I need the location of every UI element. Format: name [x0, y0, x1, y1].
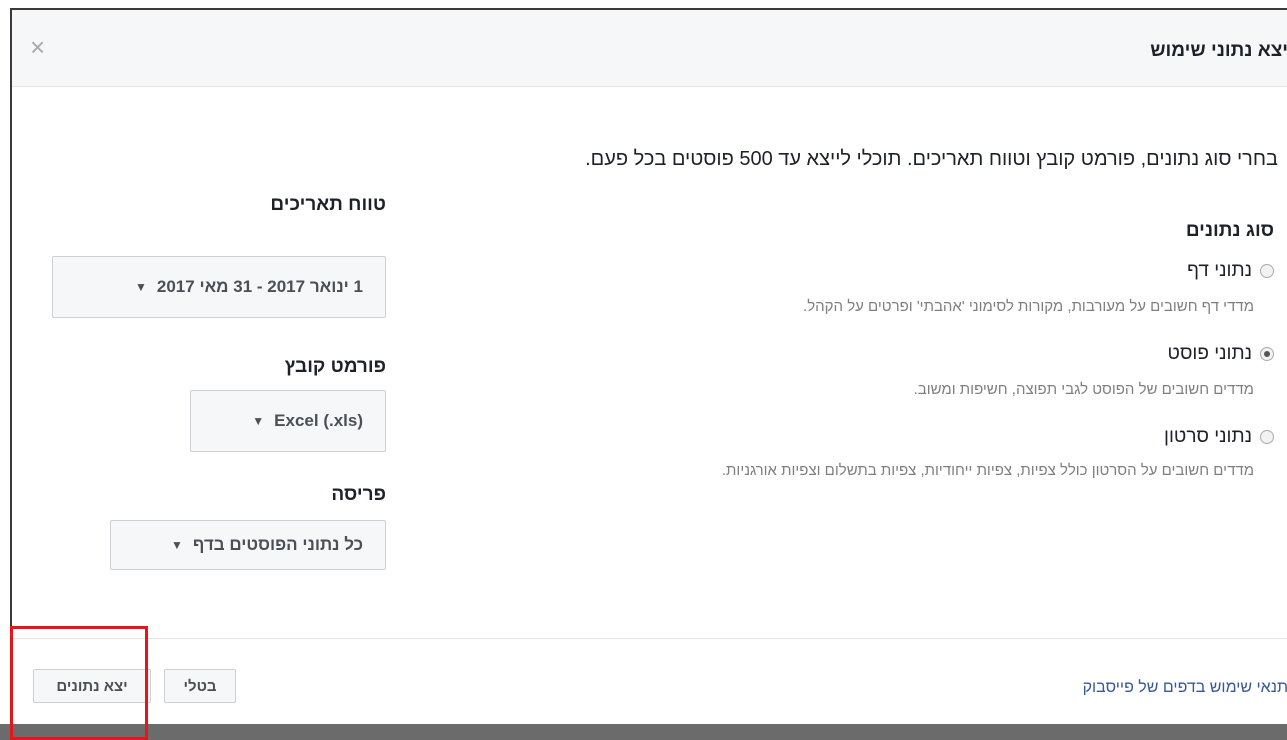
dialog-header: יצא נתוני שימוש × — [12, 10, 1287, 87]
radio-description: מדדי דף חשובים על מעורבות, מקורות לסימונ… — [803, 298, 1254, 315]
background-strip — [0, 724, 1287, 740]
radio-label: נתוני סרטון — [1164, 426, 1252, 447]
terms-link[interactable]: תנאי שימוש בדפים של פייסבוק — [1083, 679, 1287, 697]
radio-button[interactable] — [1260, 347, 1274, 361]
file-format-value: Excel (.xls) — [274, 411, 363, 430]
radio-button[interactable] — [1260, 264, 1274, 278]
close-icon[interactable]: × — [30, 34, 45, 60]
radio-post-data[interactable]: נתוני פוסט — [1168, 343, 1274, 365]
radio-button[interactable] — [1260, 430, 1274, 444]
layout-select[interactable]: כל נתוני הפוסטים בדף ▼ — [110, 520, 386, 570]
dialog-description: בחרי סוג נתונים, פורמט קובץ וטווח תאריכי… — [585, 148, 1278, 170]
export-dialog: יצא נתוני שימוש × בחרי סוג נתונים, פורמט… — [10, 8, 1287, 726]
date-range-heading: טווח תאריכים — [270, 194, 386, 215]
radio-label: נתוני דף — [1187, 260, 1252, 281]
radio-description: מדדים חשובים על הסרטון כולל צפיות, צפיות… — [721, 462, 1254, 479]
caret-down-icon: ▼ — [170, 538, 183, 552]
dialog-footer: תנאי שימוש בדפים של פייסבוק בטלי יצא נתו… — [12, 638, 1287, 726]
cancel-button[interactable]: בטלי — [164, 669, 236, 703]
layout-heading: פריסה — [331, 484, 386, 505]
caret-down-icon: ▼ — [135, 280, 147, 294]
dialog-title: יצא נתוני שימוש — [1150, 40, 1287, 61]
date-range-select[interactable]: 1 ינואר 2017 - 31 מאי 2017 ▼ — [52, 256, 386, 318]
highlight-box — [10, 626, 148, 740]
radio-description: מדדים חשובים של הפוסט לגבי תפוצה, חשיפות… — [913, 381, 1254, 398]
date-range-value: 1 ינואר 2017 - 31 מאי 2017 — [156, 277, 363, 296]
radio-page-data[interactable]: נתוני דף — [1187, 260, 1274, 282]
radio-video-data[interactable]: נתוני סרטון — [1164, 426, 1274, 448]
file-format-heading: פורמט קובץ — [284, 356, 386, 377]
caret-down-icon: ▼ — [252, 414, 265, 428]
file-format-select[interactable]: Excel (.xls) ▼ — [190, 390, 386, 452]
data-type-heading: סוג נתונים — [1185, 220, 1274, 241]
layout-value: כל נתוני הפוסטים בדף — [192, 535, 363, 554]
radio-label: נתוני פוסט — [1167, 343, 1252, 364]
